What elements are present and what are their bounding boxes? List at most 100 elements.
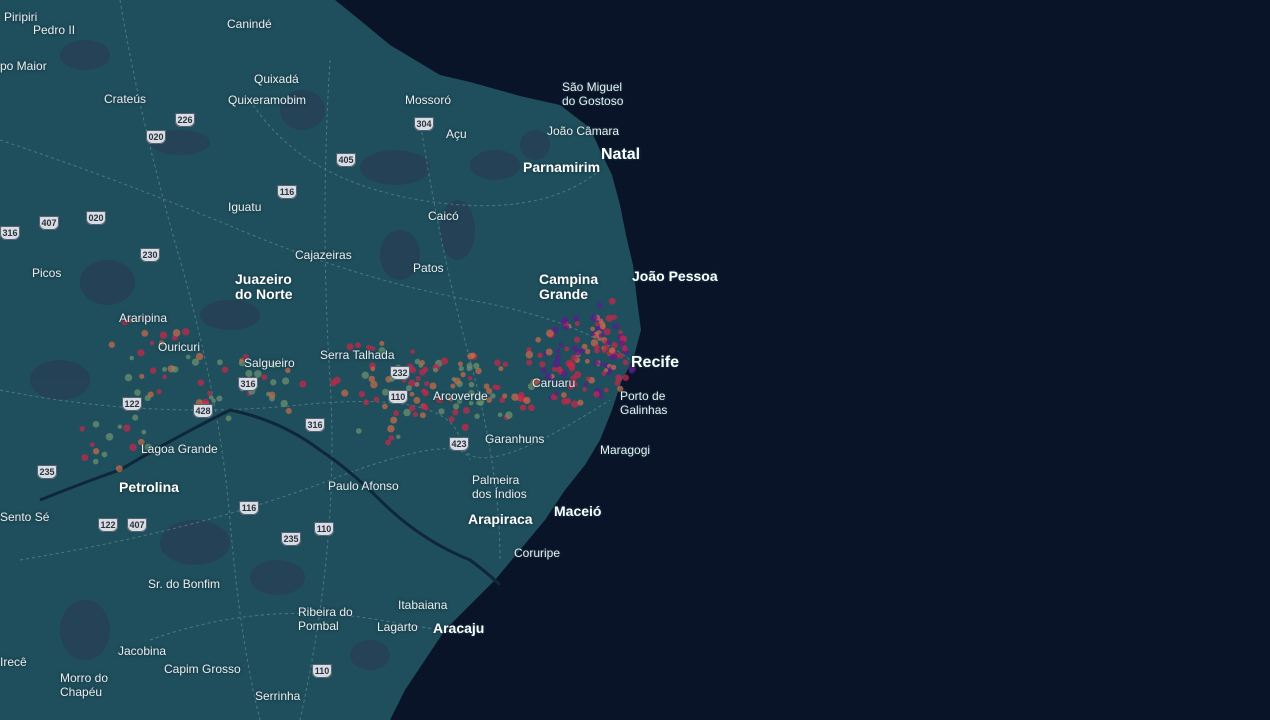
place-label[interactable]: Quixeramobim bbox=[228, 93, 306, 107]
place-label[interactable]: Petrolina bbox=[119, 479, 179, 495]
place-label[interactable]: Porto de bbox=[620, 389, 665, 403]
place-label[interactable]: Morro do bbox=[60, 671, 108, 685]
place-label[interactable]: Jacobina bbox=[118, 644, 166, 658]
place-label[interactable]: Picos bbox=[32, 266, 61, 280]
place-label[interactable]: Irecê bbox=[0, 655, 27, 669]
place-label[interactable]: Chapéu bbox=[60, 685, 102, 699]
heatmap-cell bbox=[92, 458, 99, 465]
terrain-patch bbox=[30, 360, 90, 400]
heatmap-cell bbox=[452, 409, 459, 416]
heatmap-cell bbox=[448, 416, 455, 423]
heatmap-cell bbox=[172, 329, 181, 337]
heatmap-cell bbox=[498, 366, 504, 372]
place-label[interactable]: Parnamirim bbox=[523, 159, 600, 175]
heatmap-cell bbox=[385, 439, 391, 446]
terrain-patch bbox=[250, 560, 305, 595]
place-label[interactable]: Lagoa Grande bbox=[141, 442, 218, 456]
map-canvas[interactable]: Piripiri Pedro II Canindé po Maior Quixadá Cr… bbox=[0, 0, 1270, 720]
place-label[interactable]: Sr. do Bonfim bbox=[148, 577, 220, 591]
place-label[interactable]: Ouricuri bbox=[158, 340, 200, 354]
place-label[interactable]: Maragogi bbox=[600, 443, 650, 457]
heatmap-cell bbox=[390, 416, 398, 424]
place-label[interactable]: Recife bbox=[631, 354, 679, 372]
place-label[interactable]: São Miguel bbox=[562, 80, 622, 94]
highway-shield: 110 bbox=[314, 522, 334, 536]
heatmap-cell bbox=[422, 389, 429, 397]
heatmap-cell bbox=[450, 383, 456, 389]
place-label[interactable]: Palmeira bbox=[472, 473, 519, 487]
heatmap-cell bbox=[539, 361, 546, 368]
place-label[interactable]: Caicó bbox=[428, 209, 459, 223]
heatmap-cell bbox=[537, 352, 543, 358]
place-label[interactable]: Itabaiana bbox=[398, 598, 447, 612]
heatmap-cell bbox=[191, 358, 200, 366]
place-label[interactable]: Aracaju bbox=[433, 620, 484, 636]
place-label[interactable]: do Gostoso bbox=[562, 94, 623, 108]
heatmap-cell bbox=[149, 367, 157, 374]
place-label[interactable]: Campina bbox=[539, 271, 598, 287]
place-label[interactable]: Capim Grosso bbox=[164, 662, 241, 676]
place-label[interactable]: Ribeira do bbox=[298, 605, 353, 619]
heatmap-cell bbox=[596, 302, 603, 309]
heatmap-cell bbox=[590, 331, 595, 337]
heatmap-cell bbox=[419, 360, 425, 366]
heatmap-cell bbox=[409, 391, 415, 397]
heatmap-cell bbox=[561, 392, 567, 398]
terrain-patch bbox=[60, 600, 110, 660]
place-label[interactable]: dos Índios bbox=[472, 487, 527, 501]
place-label[interactable]: po Maior bbox=[0, 59, 47, 73]
place-label[interactable]: Maceió bbox=[554, 503, 601, 519]
place-label[interactable]: Mossoró bbox=[405, 93, 451, 107]
place-label[interactable]: Salgueiro bbox=[244, 356, 295, 370]
heatmap-cell bbox=[494, 359, 501, 367]
place-label[interactable]: Crateús bbox=[104, 92, 146, 106]
place-label[interactable]: Cajazeiras bbox=[295, 248, 352, 262]
heatmap-cell bbox=[382, 403, 388, 410]
place-label[interactable]: Araripina bbox=[119, 311, 167, 325]
heatmap-cell bbox=[462, 407, 470, 414]
heatmap-cell bbox=[593, 391, 600, 398]
place-label[interactable]: Canindé bbox=[227, 17, 272, 31]
heatmap-cell bbox=[217, 359, 223, 366]
heatmap-cell bbox=[134, 389, 141, 396]
heatmap-cell bbox=[415, 375, 421, 381]
place-label[interactable]: Garanhuns bbox=[485, 432, 544, 446]
place-label[interactable]: Paulo Afonso bbox=[328, 479, 399, 493]
heatmap-cell bbox=[117, 424, 123, 429]
heatmap-cell bbox=[370, 366, 376, 372]
place-label[interactable]: Piripiri bbox=[4, 10, 37, 24]
heatmap-cell bbox=[414, 358, 421, 365]
place-label[interactable]: Sento Sé bbox=[0, 510, 49, 524]
place-label[interactable]: Açu bbox=[446, 127, 467, 141]
place-label[interactable]: Arcoverde bbox=[433, 389, 488, 403]
place-label[interactable]: Caruaru bbox=[532, 376, 575, 390]
place-label[interactable]: Pedro II bbox=[33, 23, 75, 37]
heatmap-cell bbox=[554, 354, 561, 361]
highway-shield: 423 bbox=[449, 437, 469, 451]
place-label[interactable]: João Câmara bbox=[547, 124, 619, 138]
heatmap-cell bbox=[419, 412, 426, 419]
place-label[interactable]: João Pessoa bbox=[632, 268, 718, 284]
heatmap-cell bbox=[467, 352, 474, 360]
place-label[interactable]: Serrinha bbox=[255, 689, 300, 703]
highway-shield: 304 bbox=[414, 117, 434, 131]
heatmap-cell bbox=[495, 385, 501, 391]
place-label[interactable]: Iguatu bbox=[228, 200, 261, 214]
place-label[interactable]: Galinhas bbox=[620, 403, 667, 417]
place-label[interactable]: Serra Talhada bbox=[320, 348, 395, 362]
place-label[interactable]: Patos bbox=[413, 261, 444, 275]
place-label[interactable]: Pombal bbox=[298, 619, 339, 633]
heatmap-cell bbox=[341, 389, 349, 397]
place-label[interactable]: Quixadá bbox=[254, 72, 299, 86]
heatmap-cell bbox=[572, 315, 579, 322]
heatmap-cell bbox=[599, 323, 606, 330]
place-label[interactable]: Lagarto bbox=[377, 620, 418, 634]
place-label[interactable]: Natal bbox=[601, 146, 640, 164]
place-label[interactable]: Juazeiro bbox=[235, 271, 292, 287]
terrain-patch bbox=[470, 150, 520, 180]
heatmap-cell bbox=[423, 405, 429, 411]
place-label[interactable]: do Norte bbox=[235, 286, 293, 302]
place-label[interactable]: Grande bbox=[539, 286, 588, 302]
place-label[interactable]: Coruripe bbox=[514, 546, 560, 560]
place-label[interactable]: Arapiraca bbox=[468, 511, 533, 527]
